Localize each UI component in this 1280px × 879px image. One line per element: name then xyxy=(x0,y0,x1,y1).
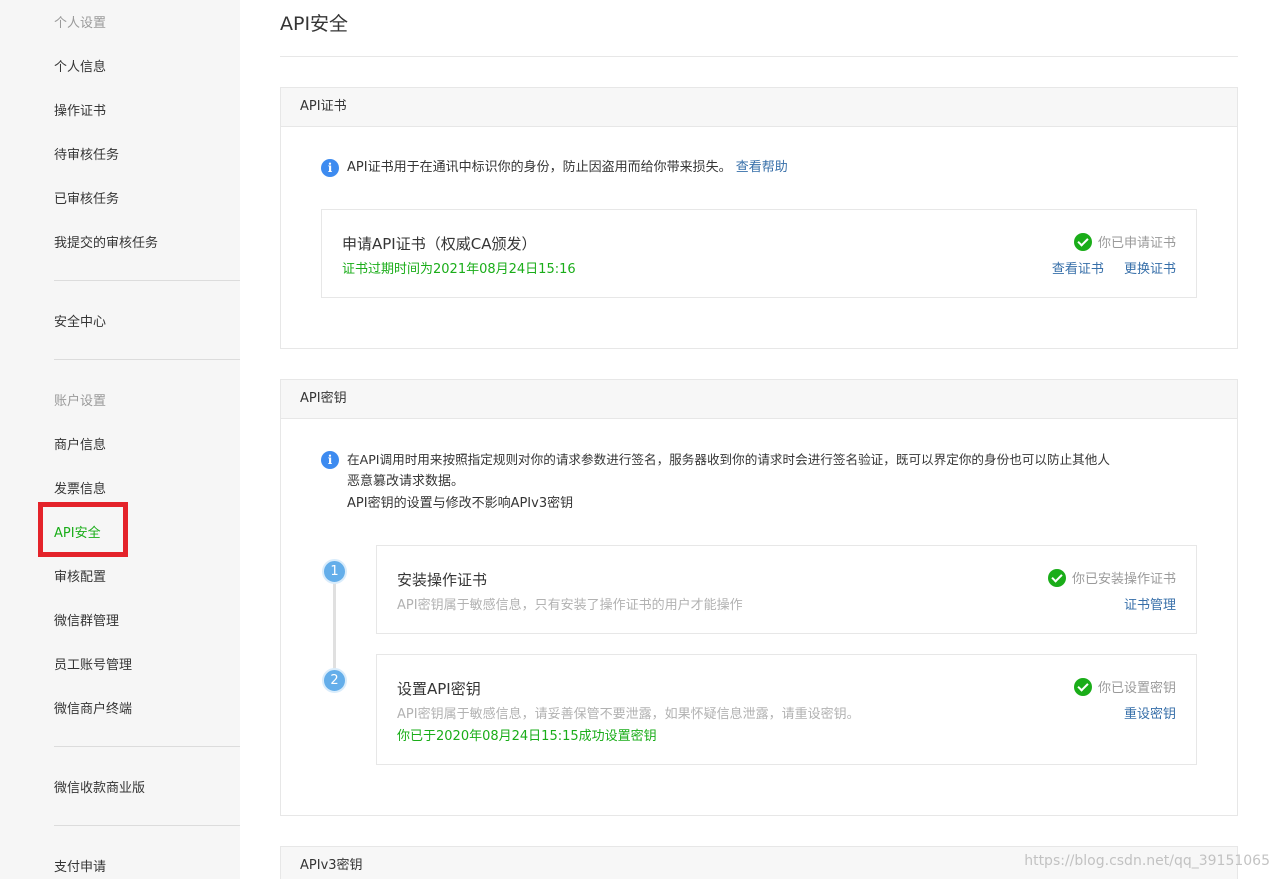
step-1-circle: 1 xyxy=(322,559,347,584)
sidebar-item-review-config[interactable]: 审核配置 xyxy=(54,566,106,585)
install-cert-card: 安装操作证书 API密钥属于敏感信息，只有安装了操作证书的用户才能操作 你已安装… xyxy=(376,545,1197,634)
api-key-info-line1: 在API调用时用来按照指定规则对你的请求参数进行签名，服务器收到你的请求时会进行… xyxy=(347,452,1110,467)
page-title: API安全 xyxy=(280,13,349,35)
sidebar-divider xyxy=(54,825,240,826)
api-key-info-line3: API密钥的设置与修改不影响APIv3密钥 xyxy=(347,496,574,511)
reset-key-link[interactable]: 重设密钥 xyxy=(1124,707,1176,722)
apply-api-cert-title: 申请API证书（权威CA颁发） xyxy=(342,235,537,253)
set-api-key-card: 设置API密钥 API密钥属于敏感信息，请妥善保管不要泄露，如果怀疑信息泄露，请… xyxy=(376,654,1197,765)
sidebar-group-account-settings: 账户设置 xyxy=(54,394,107,409)
set-api-key-success: 你已于2020年08月24日15:15成功设置密钥 xyxy=(397,729,657,744)
cert-actions: 查看证书 更换证书 xyxy=(1052,258,1176,277)
key-set-status: 你已设置密钥 xyxy=(1073,677,1176,696)
api-cert-info-message: API证书用于在通讯中标识你的身份，防止因盗用而给你带来损失。 xyxy=(347,160,732,175)
sidebar-divider xyxy=(54,280,240,281)
watermark: https://blog.csdn.net/qq_39151065 xyxy=(1024,853,1270,869)
check-circle-icon xyxy=(1073,677,1092,696)
api-key-info: i 在API调用时用来按照指定规则对你的请求参数进行签名，服务器收到你的请求时会… xyxy=(321,449,1201,515)
sidebar-item-wechat-terminal[interactable]: 微信商户终端 xyxy=(54,698,132,717)
info-icon: i xyxy=(321,159,339,177)
cert-management-link[interactable]: 证书管理 xyxy=(1124,598,1176,613)
view-help-link[interactable]: 查看帮助 xyxy=(736,160,788,175)
sidebar-divider xyxy=(54,746,240,747)
api-cert-info-text: API证书用于在通讯中标识你的身份，防止因盗用而给你带来损失。 查看帮助 xyxy=(347,157,788,179)
sidebar-divider xyxy=(54,359,240,360)
set-api-key-title: 设置API密钥 xyxy=(397,680,481,698)
sidebar-item-operation-cert[interactable]: 操作证书 xyxy=(54,100,106,119)
sidebar-item-personal-info[interactable]: 个人信息 xyxy=(54,56,106,75)
check-circle-icon xyxy=(1073,232,1092,251)
key-set-status-text: 你已设置密钥 xyxy=(1097,681,1176,696)
api-key-info-text: 在API调用时用来按照指定规则对你的请求参数进行签名，服务器收到你的请求时会进行… xyxy=(347,449,1110,515)
view-cert-link[interactable]: 查看证书 xyxy=(1052,262,1104,277)
highlight-annotation-box xyxy=(38,502,128,557)
cert-expiry-text: 证书过期时间为2021年08月24日15:16 xyxy=(342,262,576,277)
sidebar-item-merchant-info[interactable]: 商户信息 xyxy=(54,434,106,453)
sidebar-item-invoice-info[interactable]: 发票信息 xyxy=(54,478,106,497)
sidebar-item-my-submitted[interactable]: 我提交的审核任务 xyxy=(54,232,158,251)
install-cert-desc: API密钥属于敏感信息，只有安装了操作证书的用户才能操作 xyxy=(397,598,743,613)
set-api-key-actions: 重设密钥 xyxy=(1124,703,1176,722)
sidebar-item-wechat-group[interactable]: 微信群管理 xyxy=(54,610,119,629)
api-cert-info: i API证书用于在通讯中标识你的身份，防止因盗用而给你带来损失。 查看帮助 xyxy=(321,157,788,179)
step-connector-line xyxy=(333,570,336,680)
sidebar-item-security-center[interactable]: 安全中心 xyxy=(54,311,106,330)
sidebar-item-reviewed[interactable]: 已审核任务 xyxy=(54,188,119,207)
cert-installed-status: 你已安装操作证书 xyxy=(1047,568,1176,587)
step-2-circle: 2 xyxy=(322,668,347,693)
api-key-info-line2: 恶意篡改请求数据。 xyxy=(347,474,465,489)
cert-applied-status: 你已申请证书 xyxy=(1073,232,1176,251)
sidebar-group-personal-settings: 个人设置 xyxy=(54,16,107,31)
title-divider xyxy=(280,56,1238,57)
sidebar: 个人设置 个人信息 操作证书 待审核任务 已审核任务 我提交的审核任务 安全中心… xyxy=(0,0,240,879)
cert-installed-status-text: 你已安装操作证书 xyxy=(1071,572,1176,587)
set-api-key-desc: API密钥属于敏感信息，请妥善保管不要泄露，如果怀疑信息泄露，请重设密钥。 xyxy=(397,707,860,722)
info-icon: i xyxy=(321,451,339,469)
install-cert-actions: 证书管理 xyxy=(1124,594,1176,613)
sidebar-item-staff-account[interactable]: 员工账号管理 xyxy=(54,654,132,673)
api-key-panel: API密钥 i 在API调用时用来按照指定规则对你的请求参数进行签名，服务器收到… xyxy=(280,379,1238,816)
sidebar-item-wechat-pay-biz[interactable]: 微信收款商业版 xyxy=(54,777,145,796)
api-key-panel-header: API密钥 xyxy=(281,380,1237,419)
cert-applied-status-text: 你已申请证书 xyxy=(1097,236,1176,251)
sidebar-item-payment-apply[interactable]: 支付申请 xyxy=(54,856,106,875)
apply-api-cert-card: 申请API证书（权威CA颁发） 证书过期时间为2021年08月24日15:16 … xyxy=(321,209,1197,298)
sidebar-item-pending-review[interactable]: 待审核任务 xyxy=(54,144,119,163)
api-cert-panel: API证书 i API证书用于在通讯中标识你的身份，防止因盗用而给你带来损失。 … xyxy=(280,87,1238,349)
check-circle-icon xyxy=(1047,568,1066,587)
api-cert-panel-header: API证书 xyxy=(281,88,1237,127)
install-cert-title: 安装操作证书 xyxy=(397,571,488,589)
replace-cert-link[interactable]: 更换证书 xyxy=(1124,262,1176,277)
